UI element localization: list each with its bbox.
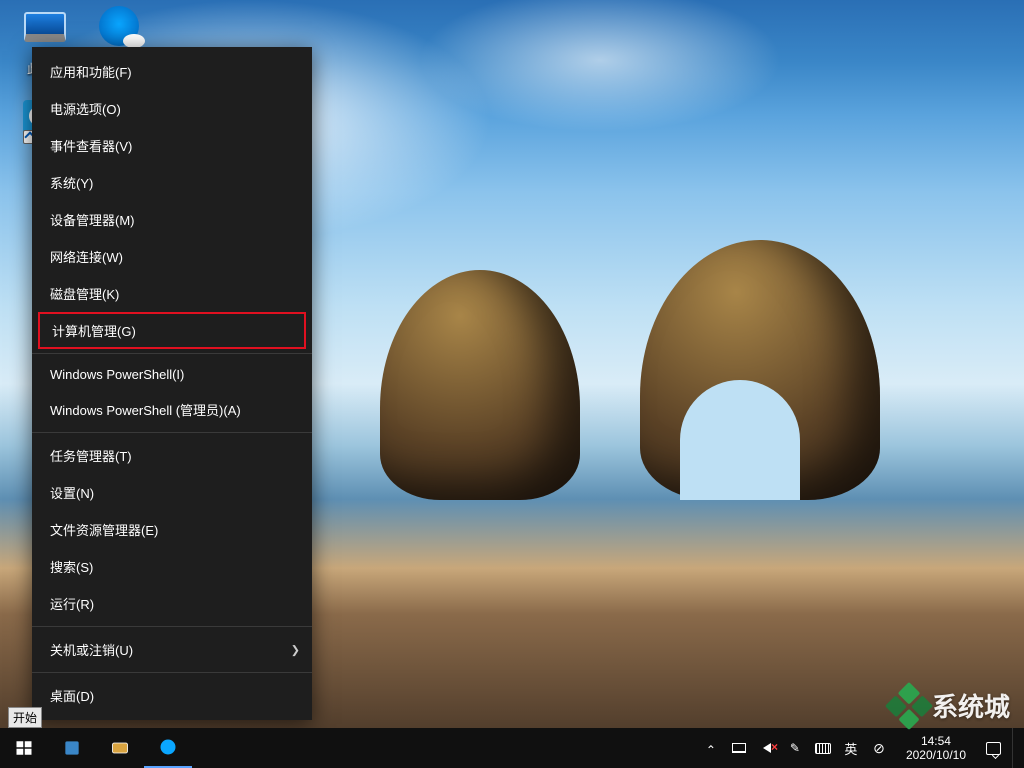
menu-item-desktop[interactable]: 桌面(D) bbox=[32, 677, 312, 714]
menu-separator bbox=[32, 626, 312, 627]
menu-item-file-explorer[interactable]: 文件资源管理器(E) bbox=[32, 511, 312, 548]
menu-item-apps-features[interactable]: 应用和功能(F) bbox=[32, 53, 312, 90]
desktop-wallpaper: 此电脑 QQ浏览器 应用和功能(F) 电源选项(O) 事件查看器(V) 系统(Y… bbox=[0, 0, 1024, 768]
menu-item-event-viewer[interactable]: 事件查看器(V) bbox=[32, 127, 312, 164]
menu-separator bbox=[32, 353, 312, 354]
watermark-text: 系统城 bbox=[932, 687, 1010, 724]
tray-overflow-button[interactable] bbox=[702, 739, 720, 757]
windows-logo-icon bbox=[15, 739, 33, 757]
menu-item-powershell[interactable]: Windows PowerShell(I) bbox=[32, 358, 312, 391]
clock-time: 14:54 bbox=[906, 734, 966, 748]
menu-item-run[interactable]: 运行(R) bbox=[32, 585, 312, 622]
volume-muted-icon[interactable] bbox=[758, 739, 776, 757]
app-icon bbox=[110, 738, 130, 758]
menu-item-search[interactable]: 搜索(S) bbox=[32, 548, 312, 585]
menu-item-power-options[interactable]: 电源选项(O) bbox=[32, 90, 312, 127]
app-icon bbox=[158, 737, 178, 757]
wallpaper-rock bbox=[380, 270, 580, 500]
menu-item-settings[interactable]: 设置(N) bbox=[32, 474, 312, 511]
menu-item-computer-management[interactable]: 计算机管理(G) bbox=[38, 312, 306, 349]
menu-item-device-manager[interactable]: 设备管理器(M) bbox=[32, 201, 312, 238]
ime-extra-indicator[interactable]: ⊘ bbox=[870, 739, 888, 757]
taskbar: 英 ⊘ 14:54 2020/10/10 bbox=[0, 728, 1024, 768]
menu-item-system[interactable]: 系统(Y) bbox=[32, 164, 312, 201]
menu-item-network-connections[interactable]: 网络连接(W) bbox=[32, 238, 312, 275]
menu-item-shutdown-signout[interactable]: 关机或注销(U) ❯ bbox=[32, 631, 312, 668]
taskbar-clock[interactable]: 14:54 2020/10/10 bbox=[898, 734, 974, 762]
menu-item-powershell-admin[interactable]: Windows PowerShell (管理员)(A) bbox=[32, 391, 312, 428]
watermark: 系统城 bbox=[892, 687, 1010, 724]
qq-browser-icon bbox=[99, 6, 139, 46]
menu-item-disk-management[interactable]: 磁盘管理(K) bbox=[32, 275, 312, 312]
start-button[interactable] bbox=[0, 728, 48, 768]
clock-date: 2020/10/10 bbox=[906, 748, 966, 762]
chevron-right-icon: ❯ bbox=[291, 643, 300, 656]
menu-separator bbox=[32, 672, 312, 673]
watermark-logo-icon bbox=[885, 681, 933, 729]
pc-icon bbox=[24, 12, 66, 42]
wallpaper-rock-arch bbox=[640, 240, 880, 500]
taskbar-pinned-app[interactable] bbox=[96, 728, 144, 768]
ime-mode-indicator[interactable]: 英 bbox=[842, 739, 860, 757]
menu-item-task-manager[interactable]: 任务管理器(T) bbox=[32, 437, 312, 474]
system-tray: 英 ⊘ 14:54 2020/10/10 bbox=[696, 728, 1024, 768]
taskbar-running-app[interactable] bbox=[144, 728, 192, 768]
touch-keyboard-icon[interactable] bbox=[814, 739, 832, 757]
taskbar-pinned-app[interactable] bbox=[48, 728, 96, 768]
show-desktop-button[interactable] bbox=[1012, 728, 1018, 768]
menu-separator bbox=[32, 432, 312, 433]
app-icon bbox=[62, 738, 82, 758]
pen-input-icon[interactable] bbox=[786, 739, 804, 757]
action-center-icon[interactable] bbox=[984, 739, 1002, 757]
display-icon[interactable] bbox=[730, 739, 748, 757]
menu-item-label: 关机或注销(U) bbox=[50, 643, 133, 658]
start-tooltip: 开始 bbox=[8, 707, 42, 728]
winx-context-menu: 应用和功能(F) 电源选项(O) 事件查看器(V) 系统(Y) 设备管理器(M)… bbox=[32, 47, 312, 720]
